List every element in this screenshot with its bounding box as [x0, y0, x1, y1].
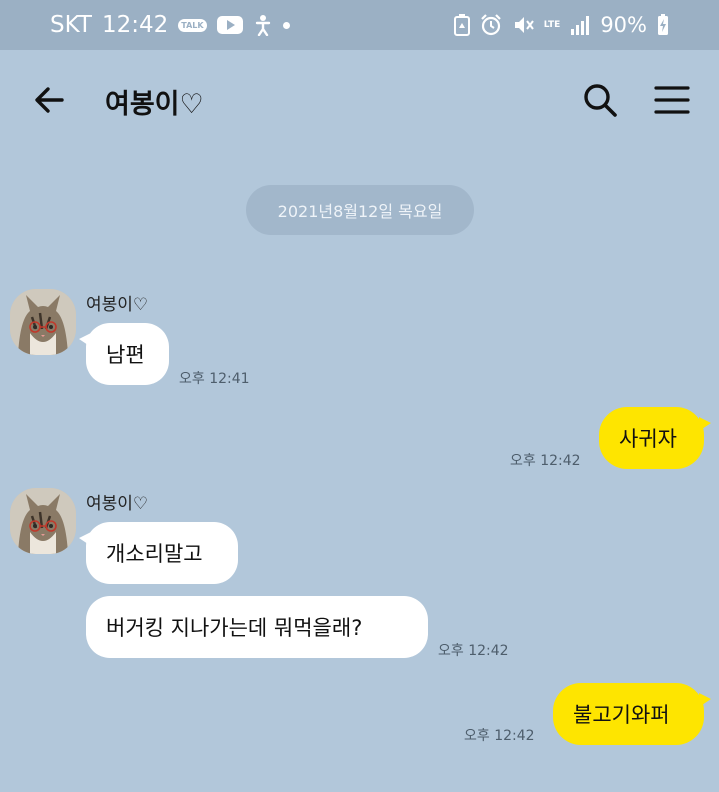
avatar[interactable] — [10, 289, 76, 355]
lte-indicator: LTE — [543, 19, 561, 30]
message-bubble[interactable]: 개소리말고 — [79, 522, 238, 584]
message-bubble[interactable]: 버거킹 지나가는데 뭐먹을래? — [86, 596, 428, 658]
alarm-icon — [480, 14, 502, 36]
vibrate-mute-icon — [512, 14, 534, 36]
message-time: 오후 12:41 — [179, 371, 250, 387]
battery-saver-icon — [453, 14, 470, 36]
battery-charging-icon — [657, 14, 669, 36]
message-bubble[interactable]: 불고기와퍼 — [553, 683, 711, 745]
sender-name: 여봉이♡ — [86, 494, 149, 514]
menu-icon[interactable] — [652, 82, 692, 118]
sender-name: 여봉이♡ — [86, 295, 149, 315]
accessibility-icon — [253, 14, 273, 36]
battery-percent: 90% — [600, 13, 647, 37]
chat-header: 여봉이♡ — [0, 50, 719, 150]
message-bubble[interactable]: 남편 — [79, 323, 169, 385]
message-time: 오후 12:42 — [438, 643, 509, 659]
more-notifications-dot-icon — [282, 21, 290, 29]
avatar[interactable] — [10, 488, 76, 554]
message-time: 오후 12:42 — [464, 728, 535, 744]
status-time: 12:42 — [101, 12, 169, 38]
talk-badge-label: TALK — [178, 18, 207, 32]
message-time: 오후 12:42 — [510, 453, 581, 469]
date-separator: 2021년8월12일 목요일 — [246, 185, 474, 235]
carrier-label: SKT — [50, 12, 92, 38]
search-icon[interactable] — [580, 80, 620, 120]
kakaotalk-notification-icon: TALK — [178, 18, 207, 32]
message-bubble[interactable]: 사귀자 — [599, 407, 711, 469]
signal-icon — [570, 15, 590, 35]
youtube-notification-icon — [216, 16, 243, 34]
back-arrow-icon[interactable] — [30, 80, 70, 120]
chat-title: 여봉이♡ — [105, 89, 204, 120]
status-bar: SKT 12:42 TALK LTE 90% — [0, 0, 719, 50]
